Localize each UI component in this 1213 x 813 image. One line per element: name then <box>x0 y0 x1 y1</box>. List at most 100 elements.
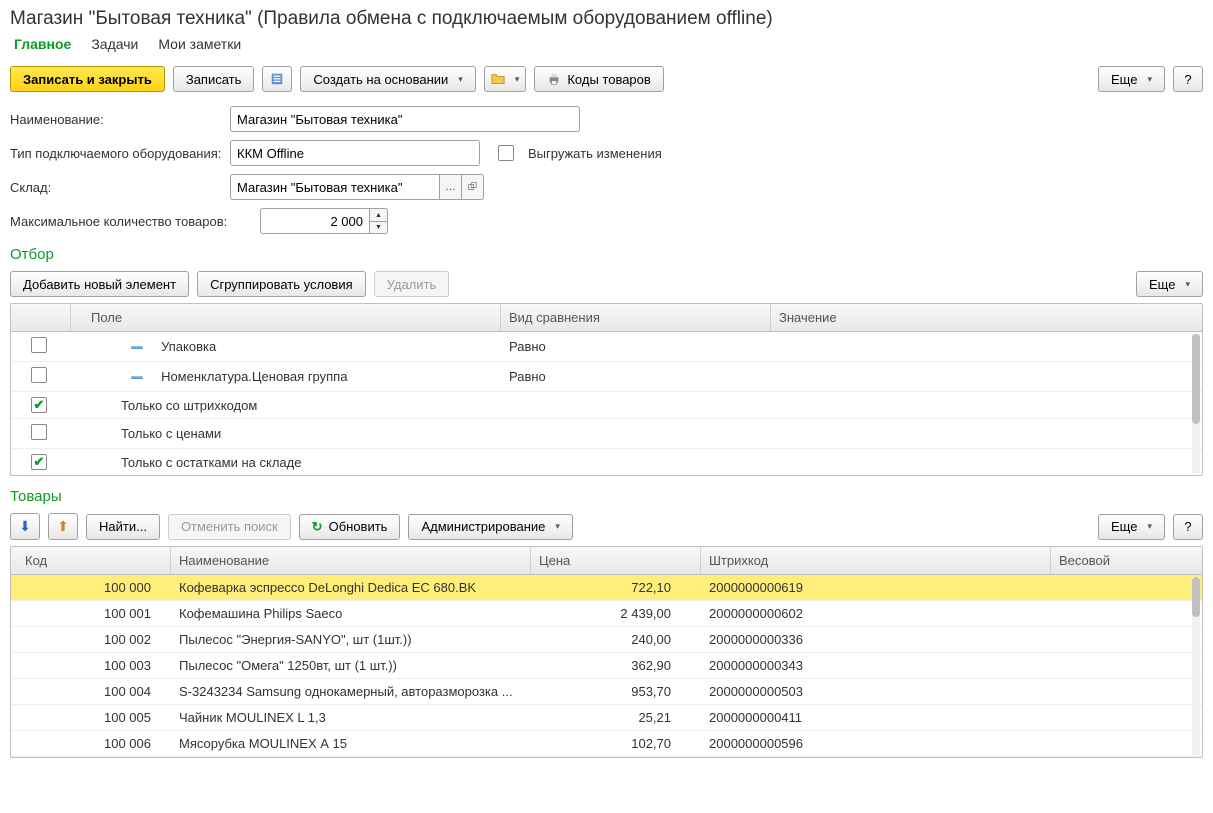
filter-row[interactable]: Номенклатура.Ценовая группаРавно <box>11 362 1202 392</box>
filter-scrollbar[interactable] <box>1192 334 1200 473</box>
product-row[interactable]: 100 001Кофемашина Philips Saeco2 439,002… <box>11 601 1202 627</box>
products-col-weight[interactable]: Весовой <box>1051 547 1202 574</box>
product-barcode: 2000000000336 <box>701 627 1051 652</box>
warehouse-label: Склад: <box>10 180 230 195</box>
product-row[interactable]: 100 005Чайник MOULINEX L 1,325,212000000… <box>11 705 1202 731</box>
tab-Задачи[interactable]: Задачи <box>91 34 138 54</box>
filter-row-checkbox[interactable] <box>31 337 47 353</box>
filter-col-field[interactable]: Поле <box>71 304 501 331</box>
filter-field: Только с остатками на складе <box>121 455 301 470</box>
list-icon <box>270 72 284 86</box>
help-button[interactable]: ? <box>1173 66 1203 92</box>
filter-field: Только со штрихкодом <box>121 398 257 413</box>
filter-field: Только с ценами <box>121 426 221 441</box>
more-button[interactable]: Еще <box>1098 66 1165 92</box>
product-row[interactable]: 100 004S-3243234 Samsung однокамерный, а… <box>11 679 1202 705</box>
filter-col-comparison[interactable]: Вид сравнения <box>501 304 771 331</box>
product-name: Пылесос "Энергия-SANYO", шт (1шт.)) <box>171 627 531 652</box>
product-weight <box>1051 653 1202 678</box>
product-name: Чайник MOULINEX L 1,3 <box>171 705 531 730</box>
max-qty-field[interactable] <box>260 208 370 234</box>
product-row[interactable]: 100 006Мясорубка MOULINEX А 15102,702000… <box>11 731 1202 757</box>
refresh-button[interactable]: ↻ Обновить <box>299 514 401 540</box>
product-price: 102,70 <box>531 731 701 756</box>
tab-Мои заметки[interactable]: Мои заметки <box>158 34 241 54</box>
filter-row-checkbox[interactable] <box>31 454 47 470</box>
product-weight <box>1051 575 1202 600</box>
delete-filter-button[interactable]: Удалить <box>374 271 450 297</box>
product-weight <box>1051 627 1202 652</box>
product-name: Пылесос "Омега" 1250вт, шт (1 шт.)) <box>171 653 531 678</box>
product-name: S-3243234 Samsung однокамерный, авторазм… <box>171 679 531 704</box>
filter-col-value[interactable]: Значение <box>771 304 1202 331</box>
product-row[interactable]: 100 003Пылесос "Омега" 1250вт, шт (1 шт.… <box>11 653 1202 679</box>
product-code: 100 001 <box>11 601 171 626</box>
save-close-button[interactable]: Записать и закрыть <box>10 66 165 92</box>
tab-Главное[interactable]: Главное <box>14 34 71 54</box>
save-button[interactable]: Записать <box>173 66 255 92</box>
products-help-button[interactable]: ? <box>1173 514 1203 540</box>
filter-col-check <box>11 304 71 331</box>
attachments-button[interactable] <box>484 66 527 92</box>
cancel-find-button[interactable]: Отменить поиск <box>168 514 291 540</box>
qty-up-button[interactable]: ▲ <box>370 208 388 221</box>
admin-button[interactable]: Администрирование <box>408 514 573 540</box>
warehouse-select-button[interactable]: … <box>440 174 462 200</box>
find-button[interactable]: Найти... <box>86 514 160 540</box>
filter-row-checkbox[interactable] <box>31 424 47 440</box>
filter-field: Упаковка <box>161 339 216 354</box>
product-code: 100 003 <box>11 653 171 678</box>
product-code: 100 000 <box>11 575 171 600</box>
filter-more-button[interactable]: Еще <box>1136 271 1203 297</box>
products-col-barcode[interactable]: Штрихкод <box>701 547 1051 574</box>
filter-row-checkbox[interactable] <box>31 367 47 383</box>
move-up-button[interactable]: ⬆ <box>48 513 78 540</box>
product-code: 100 006 <box>11 731 171 756</box>
codes-button[interactable]: Коды товаров <box>534 66 663 92</box>
products-col-price[interactable]: Цена <box>531 547 701 574</box>
add-filter-button[interactable]: Добавить новый элемент <box>10 271 189 297</box>
product-price: 362,90 <box>531 653 701 678</box>
product-row[interactable]: 100 000Кофеварка эспрессо DeLonghi Dedic… <box>11 575 1202 601</box>
product-name: Кофемашина Philips Saeco <box>171 601 531 626</box>
codes-label: Коды товаров <box>567 72 650 87</box>
page-title: Магазин "Бытовая техника" (Правила обмен… <box>10 8 1203 30</box>
qty-down-button[interactable]: ▼ <box>370 221 388 234</box>
product-price: 25,21 <box>531 705 701 730</box>
filter-field: Номенклатура.Ценовая группа <box>161 369 347 384</box>
products-col-code[interactable]: Код <box>11 547 171 574</box>
upload-changes-checkbox[interactable] <box>498 145 514 161</box>
list-icon-button[interactable] <box>262 66 292 92</box>
type-label: Тип подключаемого оборудования: <box>10 146 230 161</box>
products-col-name[interactable]: Наименование <box>171 547 531 574</box>
products-more-button[interactable]: Еще <box>1098 514 1165 540</box>
products-scrollbar[interactable] <box>1192 577 1200 755</box>
product-barcode: 2000000000343 <box>701 653 1051 678</box>
products-grid: Код Наименование Цена Штрихкод Весовой 1… <box>10 546 1203 758</box>
upload-changes-label: Выгружать изменения <box>528 146 662 161</box>
product-barcode: 2000000000619 <box>701 575 1051 600</box>
filter-row[interactable]: Только с ценами <box>11 419 1202 449</box>
warehouse-open-button[interactable] <box>462 174 484 200</box>
move-down-button[interactable]: ⬇ <box>10 513 40 540</box>
group-conditions-button[interactable]: Сгруппировать условия <box>197 271 366 297</box>
warehouse-field[interactable] <box>230 174 440 200</box>
filter-row[interactable]: Только со штрихкодом <box>11 392 1202 419</box>
product-price: 240,00 <box>531 627 701 652</box>
product-code: 100 005 <box>11 705 171 730</box>
name-field[interactable] <box>230 106 580 132</box>
product-weight <box>1051 679 1202 704</box>
type-field[interactable] <box>230 140 480 166</box>
filter-row[interactable]: УпаковкаРавно <box>11 332 1202 362</box>
products-section-title: Товары <box>10 488 1203 505</box>
dash-icon <box>131 376 143 379</box>
filter-row[interactable]: Только с остатками на складе <box>11 449 1202 475</box>
product-row[interactable]: 100 002Пылесос "Энергия-SANYO", шт (1шт.… <box>11 627 1202 653</box>
product-name: Кофеварка эспрессо DeLonghi Dedica EC 68… <box>171 575 531 600</box>
product-price: 2 439,00 <box>531 601 701 626</box>
open-icon <box>468 182 478 192</box>
create-based-on-button[interactable]: Создать на основании <box>300 66 475 92</box>
filter-row-checkbox[interactable] <box>31 397 47 413</box>
product-code: 100 002 <box>11 627 171 652</box>
product-weight <box>1051 601 1202 626</box>
